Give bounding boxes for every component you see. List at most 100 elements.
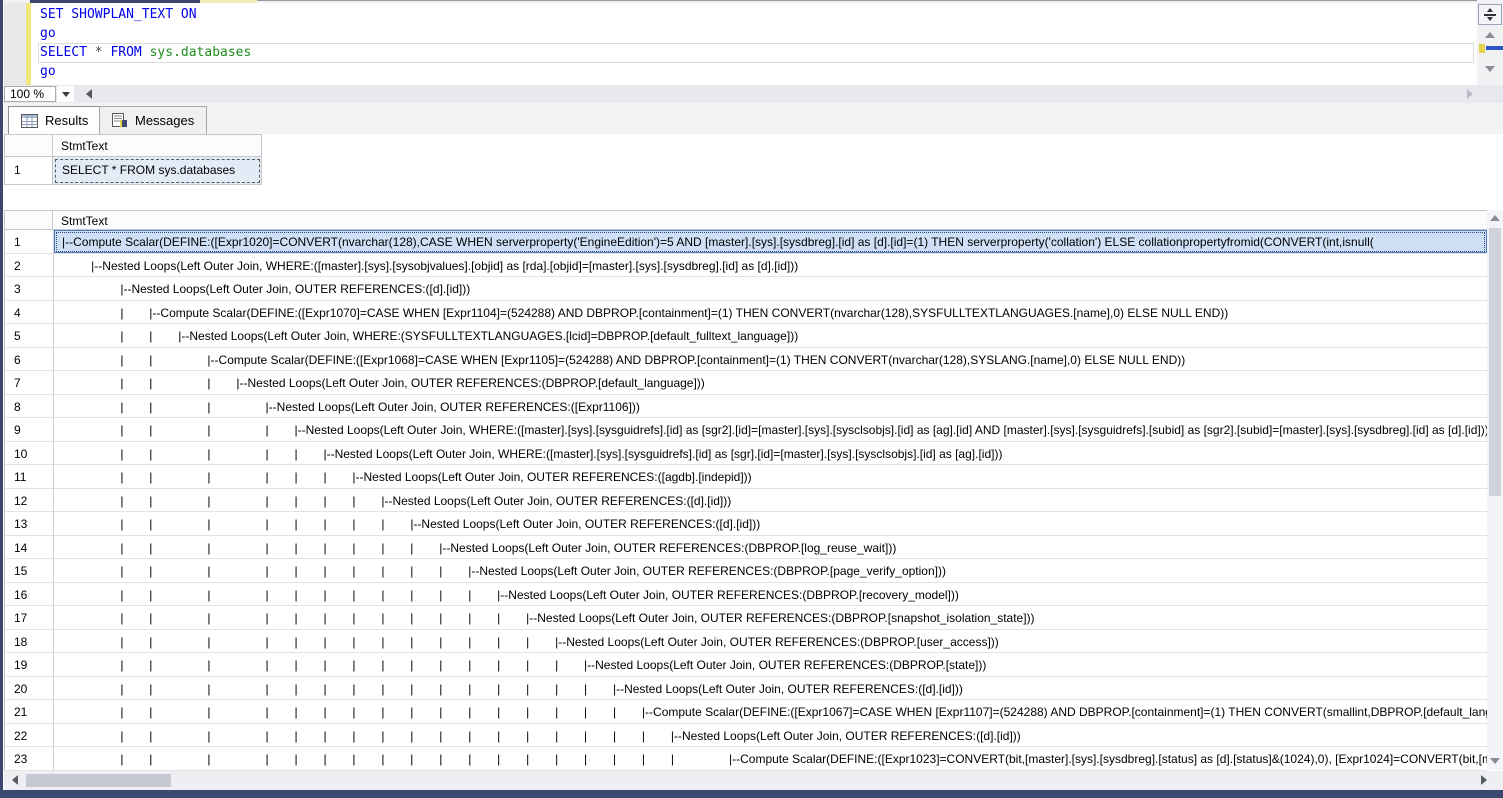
plan-tree-pipes: | | | | | | | | | | | | | | | | — [62, 705, 642, 719]
stmt-text-cell[interactable]: |--Nested Loops(Left Outer Join, WHERE:(… — [54, 254, 1487, 278]
table-row: 16 | | | | | | | | | | | |--Nested Loops… — [5, 583, 1487, 607]
scroll-left-arrow[interactable] — [86, 89, 92, 99]
scroll-right-arrow[interactable] — [1481, 775, 1487, 785]
row-number-cell[interactable]: 12 — [5, 489, 54, 513]
table-row: 11 | | | | | | |--Nested Loops(Left Oute… — [5, 465, 1487, 489]
scroll-down-arrow[interactable] — [1490, 758, 1500, 764]
vertical-scroll-thumb[interactable] — [1489, 228, 1501, 496]
row-number-cell[interactable]: 15 — [5, 559, 54, 583]
corner-header-cell[interactable] — [4, 211, 53, 229]
split-handle-icon — [1483, 8, 1497, 22]
stmt-text-cell[interactable]: | | |--Compute Scalar(DEFINE:([Expr1068]… — [54, 348, 1487, 372]
scroll-down-arrow[interactable] — [1485, 66, 1495, 72]
plan-grid-body: 1 |--Compute Scalar(DEFINE:([Expr1020]=CO… — [4, 230, 1487, 771]
editor-split-handle[interactable] — [1478, 4, 1502, 25]
stmt-text-cell[interactable]: |--Compute Scalar(DEFINE:([Expr1020]=CON… — [54, 230, 1487, 254]
stmt-text-cell[interactable]: | | | | | | | | | | | | | | | | | | |--C… — [54, 747, 1487, 771]
stmt-text-cell[interactable]: | | | | | | | | | | | | | | | | |--Compu… — [54, 700, 1487, 724]
table-row: 21 | | | | | | | | | | | | | | | | |--Co… — [5, 700, 1487, 724]
stmt-text-cell[interactable]: | | | | | |--Nested Loops(Left Outer Joi… — [54, 442, 1487, 466]
row-number-cell[interactable]: 8 — [5, 395, 54, 419]
plan-tree-pipes: | | | | — [62, 423, 295, 437]
stmt-text-cell[interactable]: | | | | | | | | | | | |--Nested Loops(Le… — [54, 583, 1487, 607]
row-number-cell[interactable]: 18 — [5, 630, 54, 654]
statement-grid-header-row: StmtText — [4, 134, 262, 157]
row-number-cell[interactable]: 1 — [4, 157, 53, 185]
stmt-text-cell[interactable]: | | | | | | |--Nested Loops(Left Outer J… — [54, 465, 1487, 489]
stmt-text-cell[interactable]: | | | | | | | | | | | | | | | |--Nested … — [54, 677, 1487, 701]
plan-grid-horizontal-scrollbar[interactable] — [4, 771, 1503, 790]
row-number-cell[interactable]: 5 — [5, 324, 54, 348]
row-number-cell[interactable]: 4 — [5, 301, 54, 325]
horizontal-scroll-thumb[interactable] — [26, 774, 171, 787]
plan-operator-text: |--Nested Loops(Left Outer Join, OUTER R… — [613, 682, 963, 696]
plan-tree-pipes: | — [62, 306, 149, 320]
stmt-text-cell[interactable]: | |--Compute Scalar(DEFINE:([Expr1070]=C… — [54, 301, 1487, 325]
row-number-cell[interactable]: 11 — [5, 465, 54, 489]
plan-tree-pipes: | | | | | | | | | | — [62, 564, 468, 578]
stmttext-column-header[interactable]: StmtText — [53, 134, 262, 157]
stmt-text-cell[interactable]: | | | | | | | | | | | | |--Nested Loops(… — [54, 606, 1487, 630]
plan-operator-text: |--Nested Loops(Left Outer Join, OUTER R… — [497, 588, 959, 602]
plan-tree-pipes: | | | | | | | | — [62, 517, 410, 531]
row-number-cell[interactable]: 10 — [5, 442, 54, 466]
editor-horizontal-scrollbar[interactable]: 100 % — [4, 85, 1503, 103]
sql-keyword: FROM — [110, 45, 141, 60]
table-row: 10 | | | | | |--Nested Loops(Left Outer … — [5, 442, 1487, 466]
row-number-cell[interactable]: 2 — [5, 254, 54, 278]
stmt-text-cell[interactable]: | | | |--Nested Loops(Left Outer Join, O… — [54, 371, 1487, 395]
table-row: 7 | | | |--Nested Loops(Left Outer Join,… — [5, 371, 1487, 395]
row-number-cell[interactable]: 3 — [5, 277, 54, 301]
sql-editor[interactable]: SET SHOWPLAN_TEXT ON go SELECT * FROM sy… — [4, 3, 1477, 85]
sql-keyword: SET SHOWPLAN_TEXT ON — [40, 7, 197, 22]
tab-results[interactable]: Results — [8, 106, 101, 134]
stmt-text-cell[interactable]: | | | | | | | |--Nested Loops(Left Outer… — [54, 489, 1487, 513]
editor-vertical-scrollbar[interactable] — [1477, 3, 1503, 85]
row-number-cell[interactable]: 17 — [5, 606, 54, 630]
row-number-cell[interactable]: 9 — [5, 418, 54, 442]
plan-tree-pipes: | | | | | | | | | | | | | | | | | — [62, 729, 671, 743]
row-number-cell[interactable]: 7 — [5, 371, 54, 395]
plan-tree-pipes: | | | | | | | | | | | | | | | | | | — [62, 752, 729, 766]
scroll-left-arrow[interactable] — [12, 775, 18, 785]
code-line-1: SET SHOWPLAN_TEXT ON — [40, 5, 251, 24]
row-number-cell[interactable]: 16 — [5, 583, 54, 607]
plan-grid-vertical-scrollbar[interactable] — [1487, 210, 1503, 770]
stmt-text-cell[interactable]: | | | | | | | | | | | | | | | | | |--Nes… — [54, 724, 1487, 748]
zoom-level-select[interactable]: 100 % — [4, 86, 56, 102]
plan-tree-pipes: | | | | | | | — [62, 494, 381, 508]
plan-tree-pipes: | | | | | | | | | | | | | | — [62, 658, 584, 672]
stmttext-column-header[interactable]: StmtText — [53, 211, 1487, 229]
zoom-dropdown-button[interactable] — [57, 86, 74, 102]
scroll-up-arrow[interactable] — [1485, 32, 1495, 38]
stmt-text-cell[interactable]: | | | | | | | | | | | | | |--Nested Loop… — [54, 630, 1487, 654]
row-number-cell[interactable]: 21 — [5, 700, 54, 724]
corner-header-cell[interactable] — [4, 134, 53, 157]
stmt-text-cell[interactable]: | | | | | | | | | | |--Nested Loops(Left… — [54, 559, 1487, 583]
row-number-cell[interactable]: 13 — [5, 512, 54, 536]
stmt-text-cell[interactable]: SELECT * FROM sys.databases — [53, 157, 262, 185]
row-number-cell[interactable]: 22 — [5, 724, 54, 748]
tab-messages[interactable]: Messages — [99, 106, 207, 134]
stmt-text-cell[interactable]: | | | | | | | | |--Nested Loops(Left Out… — [54, 512, 1487, 536]
row-number-cell[interactable]: 1 — [5, 230, 54, 254]
row-number-cell[interactable]: 19 — [5, 653, 54, 677]
stmt-text-cell[interactable]: | | | | | | | | | | | | | | |--Nested Lo… — [54, 653, 1487, 677]
row-number-cell[interactable]: 20 — [5, 677, 54, 701]
table-row: 18 | | | | | | | | | | | | | |--Nested L… — [5, 630, 1487, 654]
stmt-text-cell[interactable]: | | | |--Nested Loops(Left Outer Join, O… — [54, 395, 1487, 419]
scroll-up-arrow[interactable] — [1490, 215, 1500, 221]
stmt-text-cell[interactable]: |--Nested Loops(Left Outer Join, OUTER R… — [54, 277, 1487, 301]
row-number-cell[interactable]: 23 — [5, 747, 54, 771]
row-number-cell[interactable]: 14 — [5, 536, 54, 560]
row-number-cell[interactable]: 6 — [5, 348, 54, 372]
plan-tree-pipes — [62, 259, 91, 273]
stmt-text-cell[interactable]: | | | | | | | | | |--Nested Loops(Left O… — [54, 536, 1487, 560]
stmt-text-cell[interactable]: | | |--Nested Loops(Left Outer Join, WHE… — [54, 324, 1487, 348]
sql-object-name: sys.databases — [150, 45, 252, 60]
editor-code: SET SHOWPLAN_TEXT ON go SELECT * FROM sy… — [40, 5, 251, 81]
stmt-text-cell[interactable]: | | | | |--Nested Loops(Left Outer Join,… — [54, 418, 1487, 442]
plan-operator-text: |--Compute Scalar(DEFINE:([Expr1020]=CON… — [62, 235, 1374, 249]
sql-keyword: SELECT — [40, 45, 87, 60]
scroll-right-arrow[interactable] — [1467, 89, 1473, 99]
